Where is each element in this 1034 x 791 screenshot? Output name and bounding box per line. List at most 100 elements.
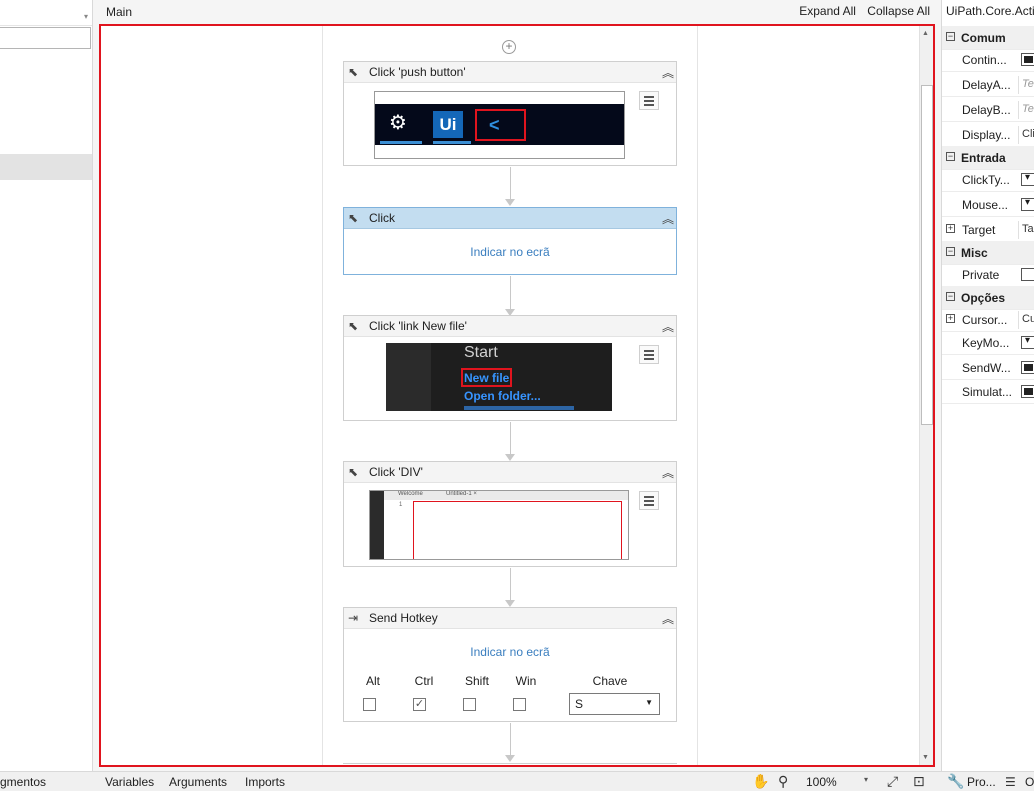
activity-click-link-new-file[interactable]: ⬉ Click 'link New file' ︽ Start New file… <box>343 315 677 421</box>
left-panel-tab[interactable]: gmentos <box>0 775 46 789</box>
property-value[interactable]: Te <box>1018 101 1034 119</box>
alt-checkbox[interactable] <box>363 698 376 711</box>
collapse-chevron-icon[interactable]: ︽ <box>662 318 674 335</box>
property-name: Target <box>962 223 996 237</box>
imports-tab[interactable]: Imports <box>245 775 285 789</box>
property-checkbox[interactable] <box>1021 361 1034 374</box>
property-value[interactable]: Cli <box>1018 126 1034 144</box>
overview-icon[interactable]: ⊡ <box>913 773 925 790</box>
scrollbar-thumb[interactable] <box>921 85 933 425</box>
active-indicator <box>380 141 422 144</box>
property-name: DelayB... <box>962 103 1011 117</box>
shift-checkbox[interactable] <box>463 698 476 711</box>
zoom-search-icon[interactable]: ⚲ <box>778 773 788 790</box>
activity-title: Click 'link New file' <box>369 319 467 333</box>
property-value[interactable]: Te <box>1018 76 1034 94</box>
property-row[interactable]: + Target Tar <box>942 218 1034 242</box>
activity-menu-button[interactable] <box>639 345 659 364</box>
canvas-vertical-scrollbar[interactable]: ▲ ▼ <box>919 26 933 765</box>
scroll-up-icon[interactable]: ▲ <box>922 30 929 37</box>
designer-header: Main Expand All Collapse All <box>100 0 936 24</box>
fit-to-screen-icon[interactable]: ⤢ <box>887 773 898 790</box>
property-row[interactable]: Simulat... <box>942 380 1034 404</box>
property-category[interactable]: − Opções <box>942 286 1034 310</box>
activity-header[interactable]: ⬉ Click 'link New file' ︽ <box>344 316 676 337</box>
activity-menu-button[interactable] <box>639 91 659 110</box>
editor-tab: Welcome <box>398 491 423 497</box>
category-name: Entrada <box>961 151 1006 165</box>
property-row[interactable]: Private <box>942 263 1034 287</box>
property-category[interactable]: − Misc <box>942 241 1034 265</box>
connector-arrow-icon <box>505 600 515 607</box>
property-row[interactable]: DelayA... Te <box>942 73 1034 97</box>
property-row[interactable]: + Cursor... Cu <box>942 308 1034 332</box>
activity-header[interactable]: ⇥ Send Hotkey ︽ <box>344 608 676 629</box>
activity-menu-button[interactable] <box>639 491 659 510</box>
activity-click[interactable]: ⬉ Click ︽ Indicar no ecrã <box>343 207 677 275</box>
property-dropdown[interactable] <box>1021 335 1034 349</box>
selected-tree-item[interactable] <box>0 154 92 180</box>
hand-pan-icon[interactable]: ✋ <box>752 773 769 790</box>
activity-title: Send Hotkey <box>369 611 438 625</box>
variables-tab[interactable]: Variables <box>105 775 154 789</box>
collapse-chevron-icon[interactable]: ︽ <box>662 610 674 627</box>
shift-label: Shift <box>464 674 489 688</box>
expand-plus-icon[interactable]: + <box>946 224 955 233</box>
win-checkbox[interactable] <box>513 698 526 711</box>
zoom-dropdown-icon[interactable]: ▾ <box>864 775 868 784</box>
property-row[interactable]: Contin... <box>942 48 1034 72</box>
property-category[interactable]: − Comum <box>942 26 1034 50</box>
property-checkbox[interactable] <box>1021 385 1034 398</box>
workflow-canvas[interactable]: + ⬉ Click 'push button' ︽ ⚙ Ui < ⬉ Click… <box>99 24 935 767</box>
property-row[interactable]: KeyMo... <box>942 331 1034 355</box>
collapse-chevron-icon[interactable]: ︽ <box>662 210 674 227</box>
collapse-minus-icon[interactable]: − <box>946 32 955 41</box>
collapse-minus-icon[interactable]: − <box>946 247 955 256</box>
zoom-level[interactable]: 100% <box>806 775 837 789</box>
properties-tab[interactable]: Pro... <box>967 775 996 789</box>
indicate-on-screen-link[interactable]: Indicar no ecrã <box>344 245 676 259</box>
collapse-chevron-icon[interactable]: ︽ <box>662 464 674 481</box>
activity-title: Click <box>369 211 395 225</box>
property-checkbox[interactable] <box>1021 268 1034 281</box>
activity-click-push-button[interactable]: ⬉ Click 'push button' ︽ ⚙ Ui < <box>343 61 677 166</box>
activity-header[interactable]: ⬉ Click 'DIV' ︽ <box>344 462 676 483</box>
breadcrumb[interactable]: Main <box>106 5 132 19</box>
connector-line <box>510 568 511 603</box>
outline-tab[interactable]: O <box>1025 775 1034 789</box>
property-row[interactable]: Display... Cli <box>942 123 1034 147</box>
property-dropdown[interactable] <box>1021 172 1034 186</box>
collapse-minus-icon[interactable]: − <box>946 292 955 301</box>
property-dropdown[interactable] <box>1021 197 1034 211</box>
activity-header[interactable]: ⬉ Click ︽ <box>344 208 676 229</box>
property-value[interactable]: Cu <box>1018 311 1034 329</box>
indicate-on-screen-link[interactable]: Indicar no ecrã <box>344 645 676 659</box>
activities-search-input[interactable] <box>0 27 91 49</box>
expand-all-link[interactable]: Expand All <box>799 4 856 18</box>
property-row[interactable]: DelayB... Te <box>942 98 1034 122</box>
property-category[interactable]: − Entrada <box>942 146 1034 170</box>
panel-dropdown-icon[interactable]: ▾ <box>84 12 88 21</box>
category-name: Comum <box>961 31 1006 45</box>
activity-send-hotkey[interactable]: ⇥ Send Hotkey ︽ Indicar no ecrã Alt Ctrl… <box>343 607 677 722</box>
key-select[interactable]: S ▼ <box>569 693 660 715</box>
collapse-chevron-icon[interactable]: ︽ <box>662 64 674 81</box>
ctrl-checkbox[interactable]: ✓ <box>413 698 426 711</box>
scroll-down-icon[interactable]: ▼ <box>922 754 929 761</box>
send-hotkey-icon: ⇥ <box>348 611 359 625</box>
add-activity-icon[interactable]: + <box>502 40 516 54</box>
property-checkbox[interactable] <box>1021 53 1034 66</box>
property-row[interactable]: Mouse... <box>942 193 1034 217</box>
property-row[interactable]: SendW... <box>942 356 1034 380</box>
arguments-tab[interactable]: Arguments <box>169 775 227 789</box>
property-row[interactable]: ClickTy... <box>942 168 1034 192</box>
collapse-minus-icon[interactable]: − <box>946 152 955 161</box>
open-folder-text: Open folder... <box>464 389 541 403</box>
expand-plus-icon[interactable]: + <box>946 314 955 323</box>
property-name: Contin... <box>962 53 1007 67</box>
collapse-all-link[interactable]: Collapse All <box>867 4 930 18</box>
activity-click-div[interactable]: ⬉ Click 'DIV' ︽ Welcome Untitled-1 × 1 <box>343 461 677 567</box>
cropped-text-line <box>464 406 574 410</box>
property-value[interactable]: Tar <box>1018 221 1034 239</box>
activity-header[interactable]: ⬉ Click 'push button' ︽ <box>344 62 676 83</box>
